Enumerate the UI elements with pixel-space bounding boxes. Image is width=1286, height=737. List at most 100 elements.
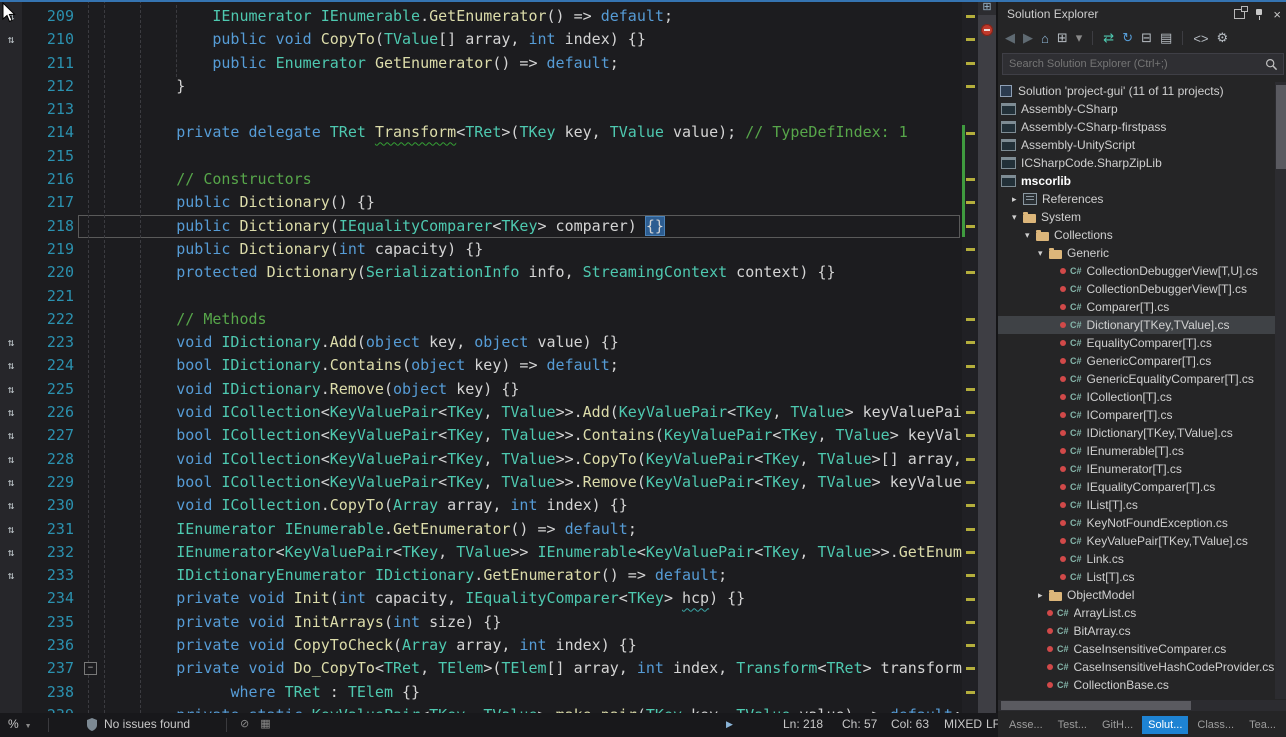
override-glyph-icon[interactable] [0,704,22,713]
code-line[interactable]: 237 private void Do_CopyTo<TRet, TElem>(… [0,657,962,680]
tree-item[interactable]: C#IList[T].cs [998,496,1275,514]
float-window-icon[interactable] [1234,9,1245,19]
panel-grid-icon[interactable]: ▦ [260,717,270,730]
tree-item[interactable]: C#GenericComparer[T].cs [998,352,1275,370]
tool-window-tab[interactable]: Test... [1052,716,1093,734]
code-line[interactable]: ⇅230 void ICollection.CopyTo(Array array… [0,494,962,517]
code-line[interactable]: 215 [0,145,962,168]
chevron-down-icon[interactable]: ▾ [1012,212,1023,223]
chevron-down-icon[interactable]: ▾ [1025,230,1036,241]
tree-item[interactable]: C#EqualityComparer[T].cs [998,334,1275,352]
panel-title-bar[interactable]: Solution Explorer × [998,2,1286,26]
tree-item[interactable]: C#IEqualityComparer[T].cs [998,478,1275,496]
code-line[interactable]: 222 // Methods [0,308,962,331]
tool-window-tab[interactable]: Tea... [1243,716,1282,734]
tree-item[interactable]: C#Dictionary[TKey,TValue].cs [998,316,1275,334]
code-line[interactable]: 221 [0,285,962,308]
collapse-all-icon[interactable]: ⊟ [1141,30,1152,46]
override-glyph-icon[interactable]: ⇅ [0,494,22,517]
code-line[interactable]: ⇅232 IEnumerator<KeyValuePair<TKey, TVal… [0,541,962,564]
override-glyph-icon[interactable] [0,261,22,284]
override-glyph-icon[interactable] [0,215,22,238]
override-glyph-icon[interactable]: ⇅ [0,378,22,401]
override-glyph-icon[interactable] [0,285,22,308]
editor-vertical-scrollbar[interactable]: ⊞ [978,0,996,713]
tool-window-tab[interactable]: GitH... [1096,716,1139,734]
override-glyph-icon[interactable]: ⇅ [0,331,22,354]
tree-item[interactable]: Assembly-UnityScript [998,136,1275,154]
code-line[interactable]: 217 public Dictionary() {} [0,191,962,214]
tree-item[interactable]: C#Comparer[T].cs [998,298,1275,316]
code-line[interactable]: 216 // Constructors [0,168,962,191]
tree-item[interactable]: ▸References [998,190,1275,208]
code-line[interactable]: 220 protected Dictionary(SerializationIn… [0,261,962,284]
show-all-files-icon[interactable]: ▤ [1160,30,1172,46]
code-editor[interactable]: ⇅209 IEnumerator IEnumerable.GetEnumerat… [0,0,996,713]
scrollbar-thumb[interactable] [1276,85,1286,169]
sync-with-active-document-icon[interactable]: ⇄ [1103,30,1114,46]
search-box[interactable] [1002,53,1284,75]
tree-item[interactable]: C#ArrayList.cs [998,604,1275,622]
tree-item[interactable]: C#CaseInsensitiveHashCodeProvider.cs [998,658,1275,676]
search-icon[interactable] [1265,58,1278,71]
code-line[interactable]: 235 private void InitArrays(int size) {} [0,611,962,634]
encoding-indicator[interactable]: MIXED [944,717,982,731]
tree-item[interactable]: ▾System [998,208,1275,226]
override-glyph-icon[interactable]: ⇅ [0,448,22,471]
pin-icon[interactable] [1255,8,1263,21]
code-line[interactable]: ⇅226 void ICollection<KeyValuePair<TKey,… [0,401,962,424]
scrollbar-thumb[interactable] [1001,701,1191,710]
override-glyph-icon[interactable] [0,191,22,214]
tree-horizontal-scrollbar[interactable] [998,700,1275,711]
column-indicator[interactable]: Col: 63 [891,717,929,731]
refresh-icon[interactable]: ↻ [1122,30,1133,46]
tree-item[interactable]: C#Link.cs [998,550,1275,568]
tree-item[interactable]: ▾Collections [998,226,1275,244]
blocked-icon[interactable]: ⊘ [240,717,249,730]
build-status-text[interactable]: No issues found [104,717,190,731]
tree-item[interactable]: C#KeyNotFoundException.cs [998,514,1275,532]
override-glyph-icon[interactable] [0,52,22,75]
tree-item[interactable]: mscorlib [998,172,1275,190]
line-indicator[interactable]: Ln: 218 [783,717,823,731]
tree-item[interactable]: ICSharpCode.SharpZipLib [998,154,1275,172]
tree-item[interactable]: C#BitArray.cs [998,622,1275,640]
view-code-icon[interactable]: <> [1193,31,1208,46]
code-line[interactable]: 238 where TRet : TElem {} [0,681,962,704]
tree-item[interactable]: C#ICollection[T].cs [998,388,1275,406]
override-glyph-icon[interactable]: ⇅ [0,28,22,51]
tree-item[interactable]: ▾Generic [998,244,1275,262]
override-glyph-icon[interactable] [0,238,22,261]
fold-collapse-icon[interactable]: − [84,662,97,675]
override-glyph-icon[interactable] [0,98,22,121]
tree-item[interactable]: C#CollectionDebuggerView[T,U].cs [998,262,1275,280]
override-glyph-icon[interactable] [0,611,22,634]
override-glyph-icon[interactable] [0,145,22,168]
code-line[interactable]: ⇅229 bool ICollection<KeyValuePair<TKey,… [0,471,962,494]
override-glyph-icon[interactable] [0,308,22,331]
tree-item[interactable]: C#CollectionDebuggerView[T].cs [998,280,1275,298]
tree-item[interactable]: Assembly-CSharp [998,100,1275,118]
code-lines[interactable]: ⇅209 IEnumerator IEnumerable.GetEnumerat… [0,5,962,713]
tool-window-tab[interactable]: Asse... [1003,716,1049,734]
override-glyph-icon[interactable]: ⇅ [0,471,22,494]
code-line[interactable]: ⇅223 void IDictionary.Add(object key, ob… [0,331,962,354]
override-glyph-icon[interactable]: ⇅ [0,518,22,541]
code-line[interactable]: 213 [0,98,962,121]
code-line[interactable]: ⇅228 void ICollection<KeyValuePair<TKey,… [0,448,962,471]
tree-item[interactable]: Solution 'project-gui' (11 of 11 project… [998,82,1275,100]
chevron-right-icon[interactable]: ▸ [1012,194,1023,205]
code-line[interactable]: 236 private void CopyToCheck(Array array… [0,634,962,657]
tree-item[interactable]: C#IEnumerable[T].cs [998,442,1275,460]
char-indicator[interactable]: Ch: 57 [842,717,877,731]
tree-item[interactable]: C#IDictionary[TKey,TValue].cs [998,424,1275,442]
tree-vertical-scrollbar[interactable] [1275,82,1286,699]
override-glyph-icon[interactable]: ⇅ [0,564,22,587]
tool-window-tab[interactable]: Solut... [1142,716,1188,734]
override-glyph-icon[interactable]: ⇅ [0,354,22,377]
zoom-control[interactable]: %▼ [8,717,32,731]
back-icon[interactable]: ◀ [1005,30,1015,46]
override-glyph-icon[interactable] [0,681,22,704]
override-glyph-icon[interactable] [0,634,22,657]
code-line[interactable]: ⇅227 bool ICollection<KeyValuePair<TKey,… [0,424,962,447]
